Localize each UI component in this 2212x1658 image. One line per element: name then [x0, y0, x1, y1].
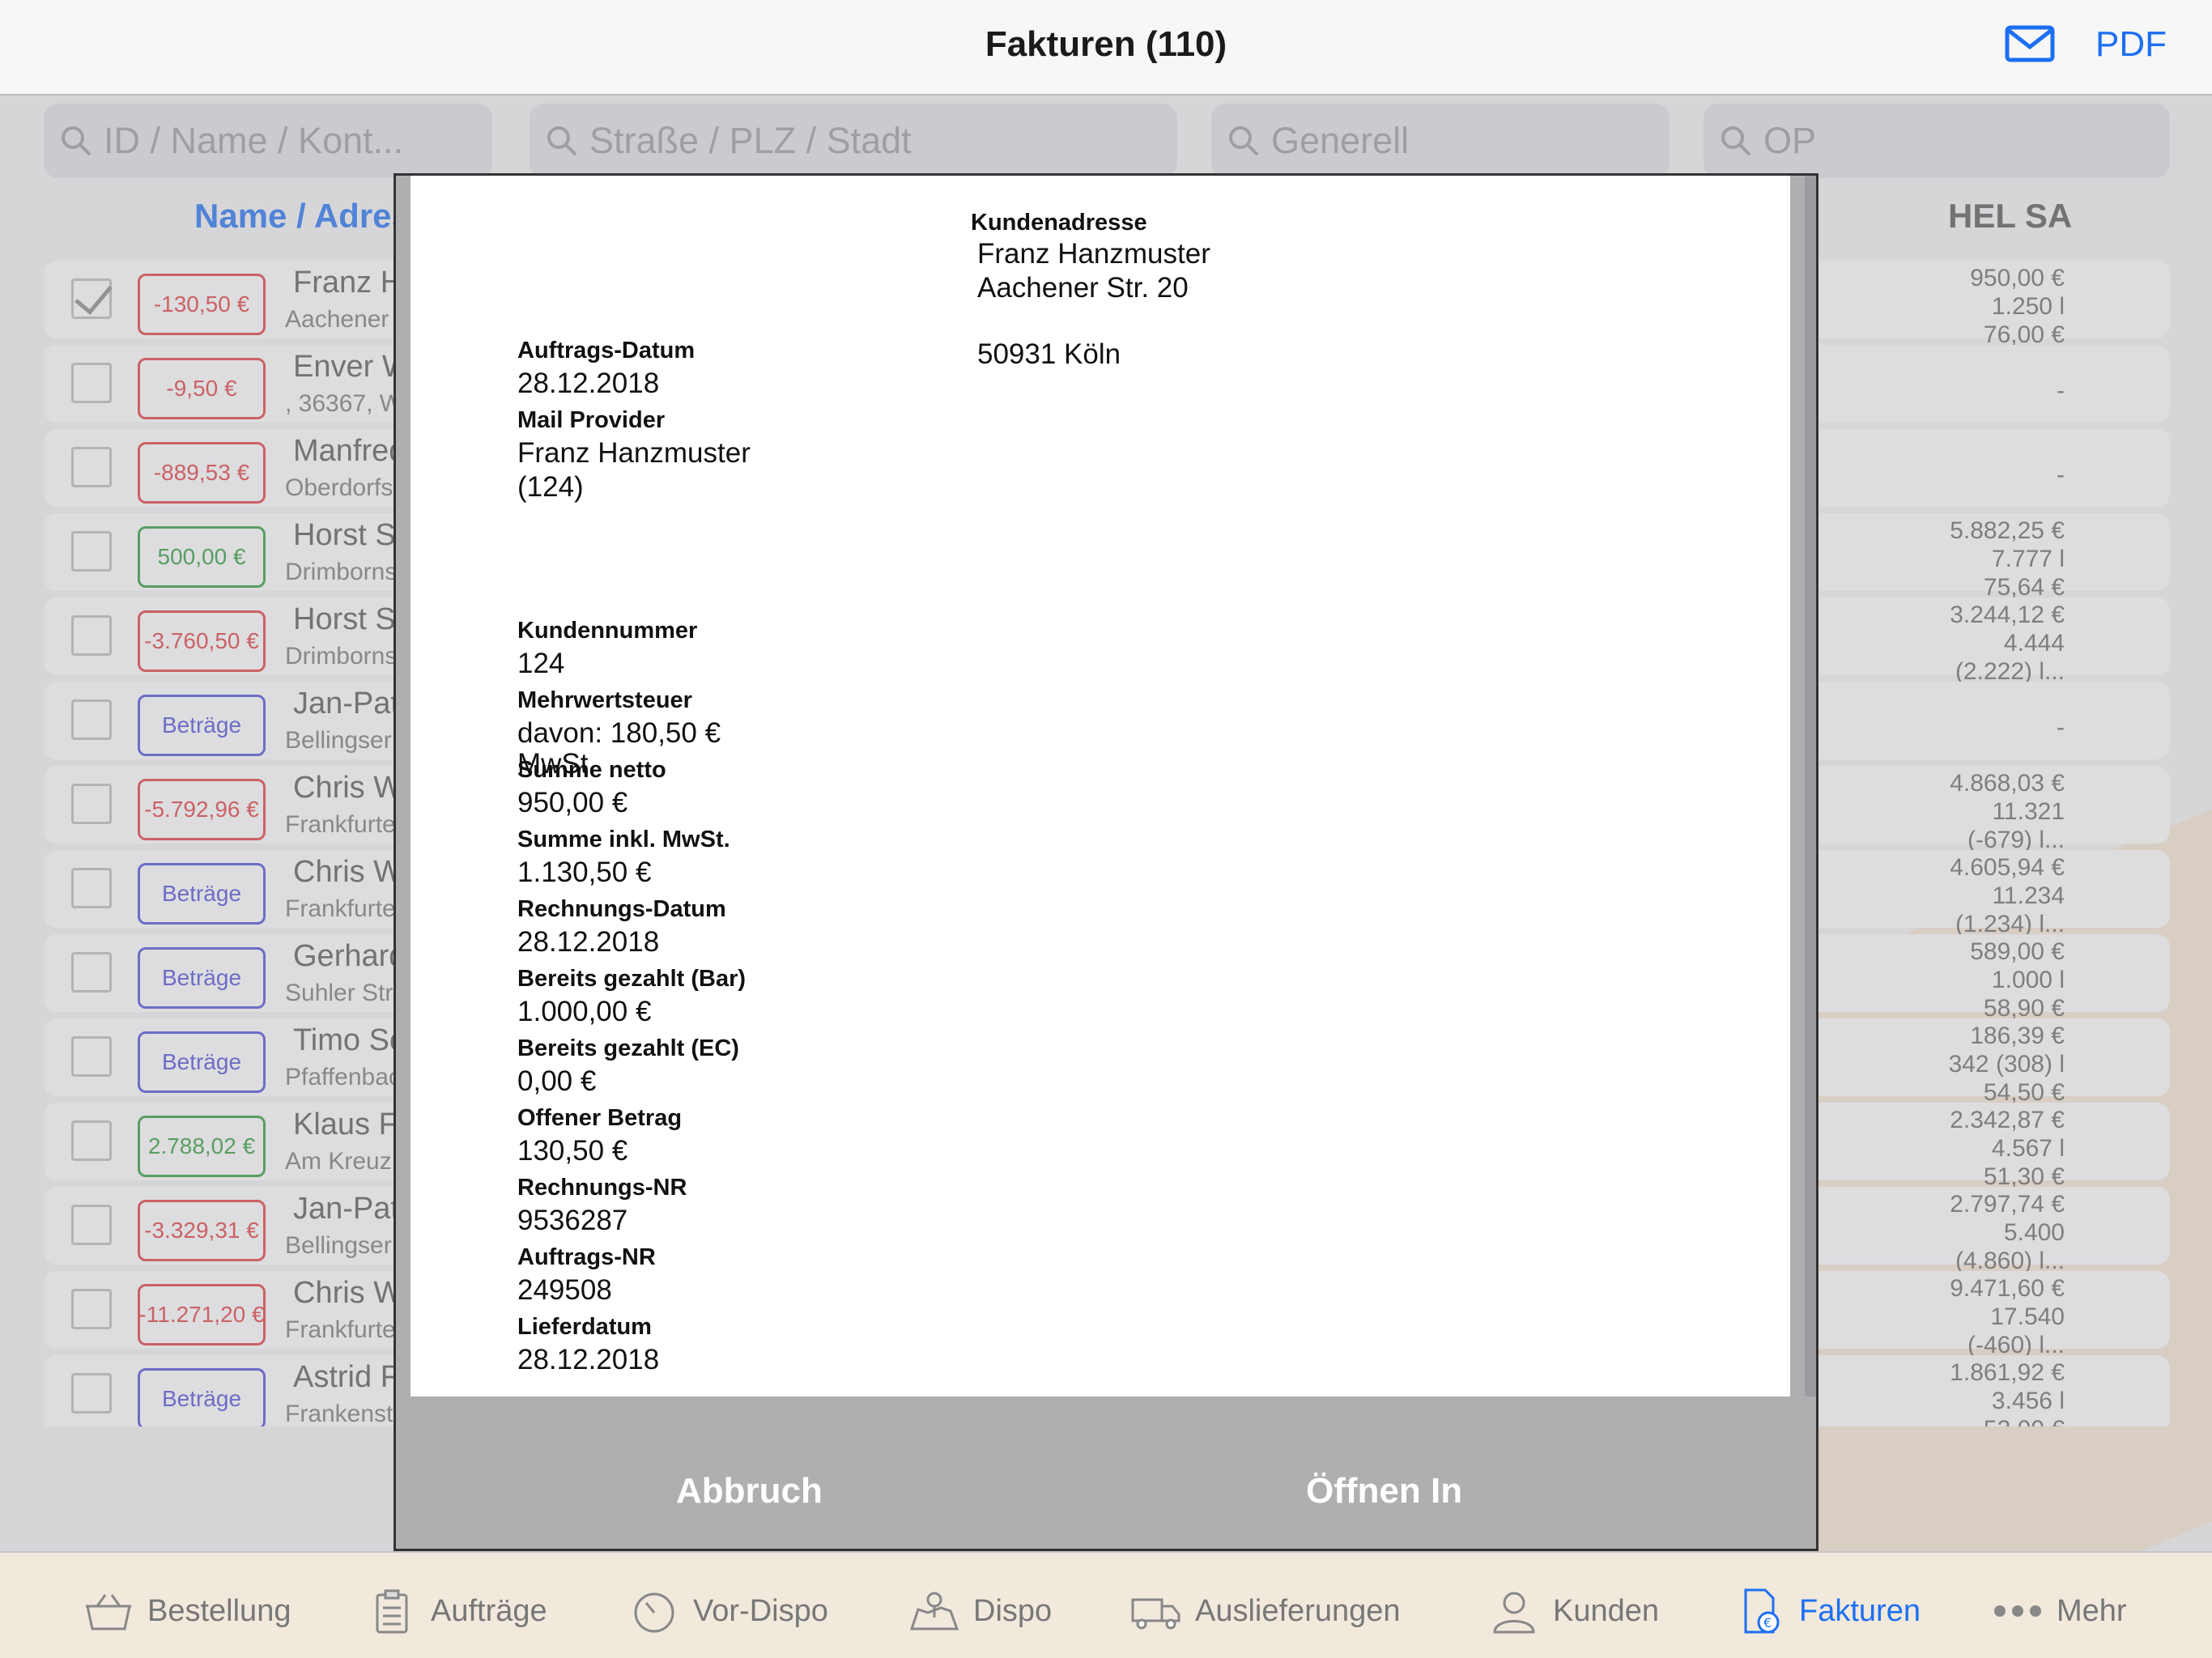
net-total-value: 950,00 €: [517, 787, 628, 818]
tab-dispo[interactable]: Dispo: [908, 1588, 1052, 1634]
person-icon: [1493, 1592, 1535, 1634]
tab-bar: Bestellung Aufträge Vor-Dispo Dispo Ausl…: [0, 1551, 2212, 1658]
order-number-value: 249508: [517, 1274, 612, 1306]
tab-label: Aufträge: [431, 1593, 547, 1628]
tab-label: Bestellung: [147, 1593, 291, 1628]
mail-provider-value: Franz Hanzmuster: [517, 437, 751, 469]
mail-icon[interactable]: [2005, 24, 2055, 63]
map-icon: [909, 1592, 959, 1630]
mail-provider-id: (124): [517, 471, 584, 503]
svg-text:€: €: [1763, 1615, 1772, 1630]
customer-number-value: 124: [517, 648, 565, 679]
paid-ec-value: 0,00 €: [517, 1065, 597, 1097]
clipboard-icon: [376, 1589, 408, 1634]
pdf-button[interactable]: PDF: [2095, 24, 2167, 65]
vat-label: Mehrwertsteuer: [517, 687, 692, 713]
truck-icon: [1131, 1598, 1180, 1630]
tab-label: Dispo: [973, 1593, 1053, 1628]
net-total-label: Summe netto: [517, 757, 666, 783]
customer-street: Aachener Str. 20: [977, 272, 1189, 304]
tab-vor-dispo[interactable]: Vor-Dispo: [628, 1588, 828, 1634]
tab-auftraege[interactable]: Aufträge: [366, 1588, 547, 1634]
customer-address-label: Kundenadresse: [971, 210, 1147, 236]
customer-number-label: Kundennummer: [517, 618, 698, 644]
tab-auslieferungen[interactable]: Auslieferungen: [1130, 1588, 1401, 1634]
vat-value: davon: 180,50 €: [517, 717, 721, 749]
tab-label: Fakturen: [1799, 1593, 1921, 1628]
open-amount-label: Offener Betrag: [517, 1105, 683, 1131]
timer-icon: [634, 1592, 674, 1633]
tab-label: Kunden: [1553, 1593, 1660, 1628]
tab-label: Vor-Dispo: [693, 1593, 828, 1628]
document-preview-modal: Kundenadresse Franz Hanzmuster Aachener …: [393, 173, 1819, 1551]
gross-total-value: 1.130,50 €: [517, 857, 652, 888]
document-scrollbar[interactable]: [1805, 176, 1816, 1397]
tab-mehr[interactable]: Mehr: [1992, 1588, 2127, 1634]
paid-ec-label: Bereits gezahlt (EC): [517, 1035, 739, 1061]
order-date-value: 28.12.2018: [517, 368, 660, 399]
mail-provider-label: Mail Provider: [517, 407, 666, 433]
tab-label: Mehr: [2057, 1593, 2127, 1628]
tab-kunden[interactable]: Kunden: [1488, 1588, 1659, 1634]
basket-icon: [86, 1594, 131, 1630]
open-in-button[interactable]: Öffnen In: [1306, 1471, 1462, 1511]
paid-cash-label: Bereits gezahlt (Bar): [517, 966, 747, 992]
open-amount-value: 130,50 €: [517, 1135, 628, 1167]
more-dots-icon: [1994, 1605, 2041, 1617]
customer-name: Franz Hanzmuster: [977, 238, 1210, 270]
page-title: Fakturen (110): [985, 24, 1227, 64]
cancel-button[interactable]: Abbruch: [676, 1471, 823, 1511]
nav-bar: Fakturen (110) PDF: [0, 0, 2212, 96]
invoice-date-value: 28.12.2018: [517, 926, 660, 958]
order-date-label: Auftrags-Datum: [517, 338, 696, 363]
paid-cash-value: 1.000,00 €: [517, 996, 652, 1027]
order-number-label: Auftrags-NR: [517, 1244, 656, 1270]
delivery-date-value: 28.12.2018: [517, 1344, 660, 1375]
invoice-number-label: Rechnungs-NR: [517, 1175, 687, 1201]
invoice-date-label: Rechnungs-Datum: [517, 896, 726, 922]
invoice-number-value: 9536287: [517, 1205, 628, 1236]
gross-total-label: Summe inkl. MwSt.: [517, 827, 730, 852]
tab-bestellung[interactable]: Bestellung: [83, 1588, 291, 1634]
delivery-date-label: Lieferdatum: [517, 1314, 652, 1340]
tab-fakturen[interactable]: € Fakturen: [1734, 1588, 1921, 1634]
invoice-document: Kundenadresse Franz Hanzmuster Aachener …: [410, 176, 1790, 1397]
invoice-icon: €: [1744, 1588, 1780, 1634]
tab-label: Auslieferungen: [1195, 1593, 1401, 1628]
customer-city: 50931 Köln: [977, 338, 1121, 370]
